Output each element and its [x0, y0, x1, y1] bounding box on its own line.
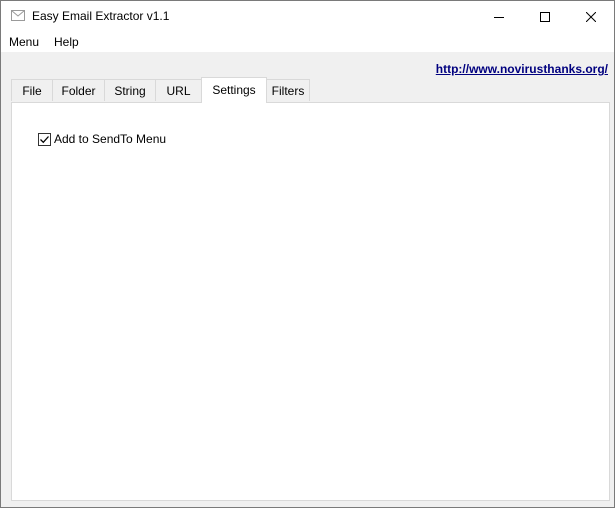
close-icon: [586, 11, 596, 22]
tab-url[interactable]: URL: [155, 79, 202, 101]
window-title: Easy Email Extractor v1.1: [32, 9, 170, 23]
menu-menu[interactable]: Menu: [8, 35, 40, 49]
minimize-icon: [494, 16, 504, 18]
menu-help[interactable]: Help: [53, 35, 80, 49]
checkmark-icon: [40, 135, 49, 143]
menu-bar: Menu Help: [1, 32, 614, 52]
website-link[interactable]: http://www.novirusthanks.org/: [436, 62, 608, 76]
tab-string[interactable]: String: [104, 79, 156, 101]
envelope-icon: [11, 10, 25, 21]
maximize-button[interactable]: [522, 1, 568, 32]
tab-settings[interactable]: Settings: [201, 77, 267, 103]
tab-file[interactable]: File: [11, 79, 53, 101]
sendto-checkbox[interactable]: [38, 132, 51, 146]
sendto-checkbox-label: Add to SendTo Menu: [54, 132, 167, 146]
close-button[interactable]: [568, 1, 614, 32]
sendto-checkbox-row[interactable]: Add to SendTo Menu: [38, 132, 166, 146]
app-window: Easy Email Extractor v1.1 Menu Help http…: [0, 0, 615, 508]
settings-panel: Add to SendTo Menu: [11, 102, 610, 501]
title-bar[interactable]: Easy Email Extractor v1.1: [1, 1, 614, 32]
tab-filters[interactable]: Filters: [266, 79, 310, 101]
minimize-button[interactable]: [476, 1, 522, 32]
maximize-icon: [540, 11, 550, 22]
tab-folder[interactable]: Folder: [52, 79, 105, 101]
